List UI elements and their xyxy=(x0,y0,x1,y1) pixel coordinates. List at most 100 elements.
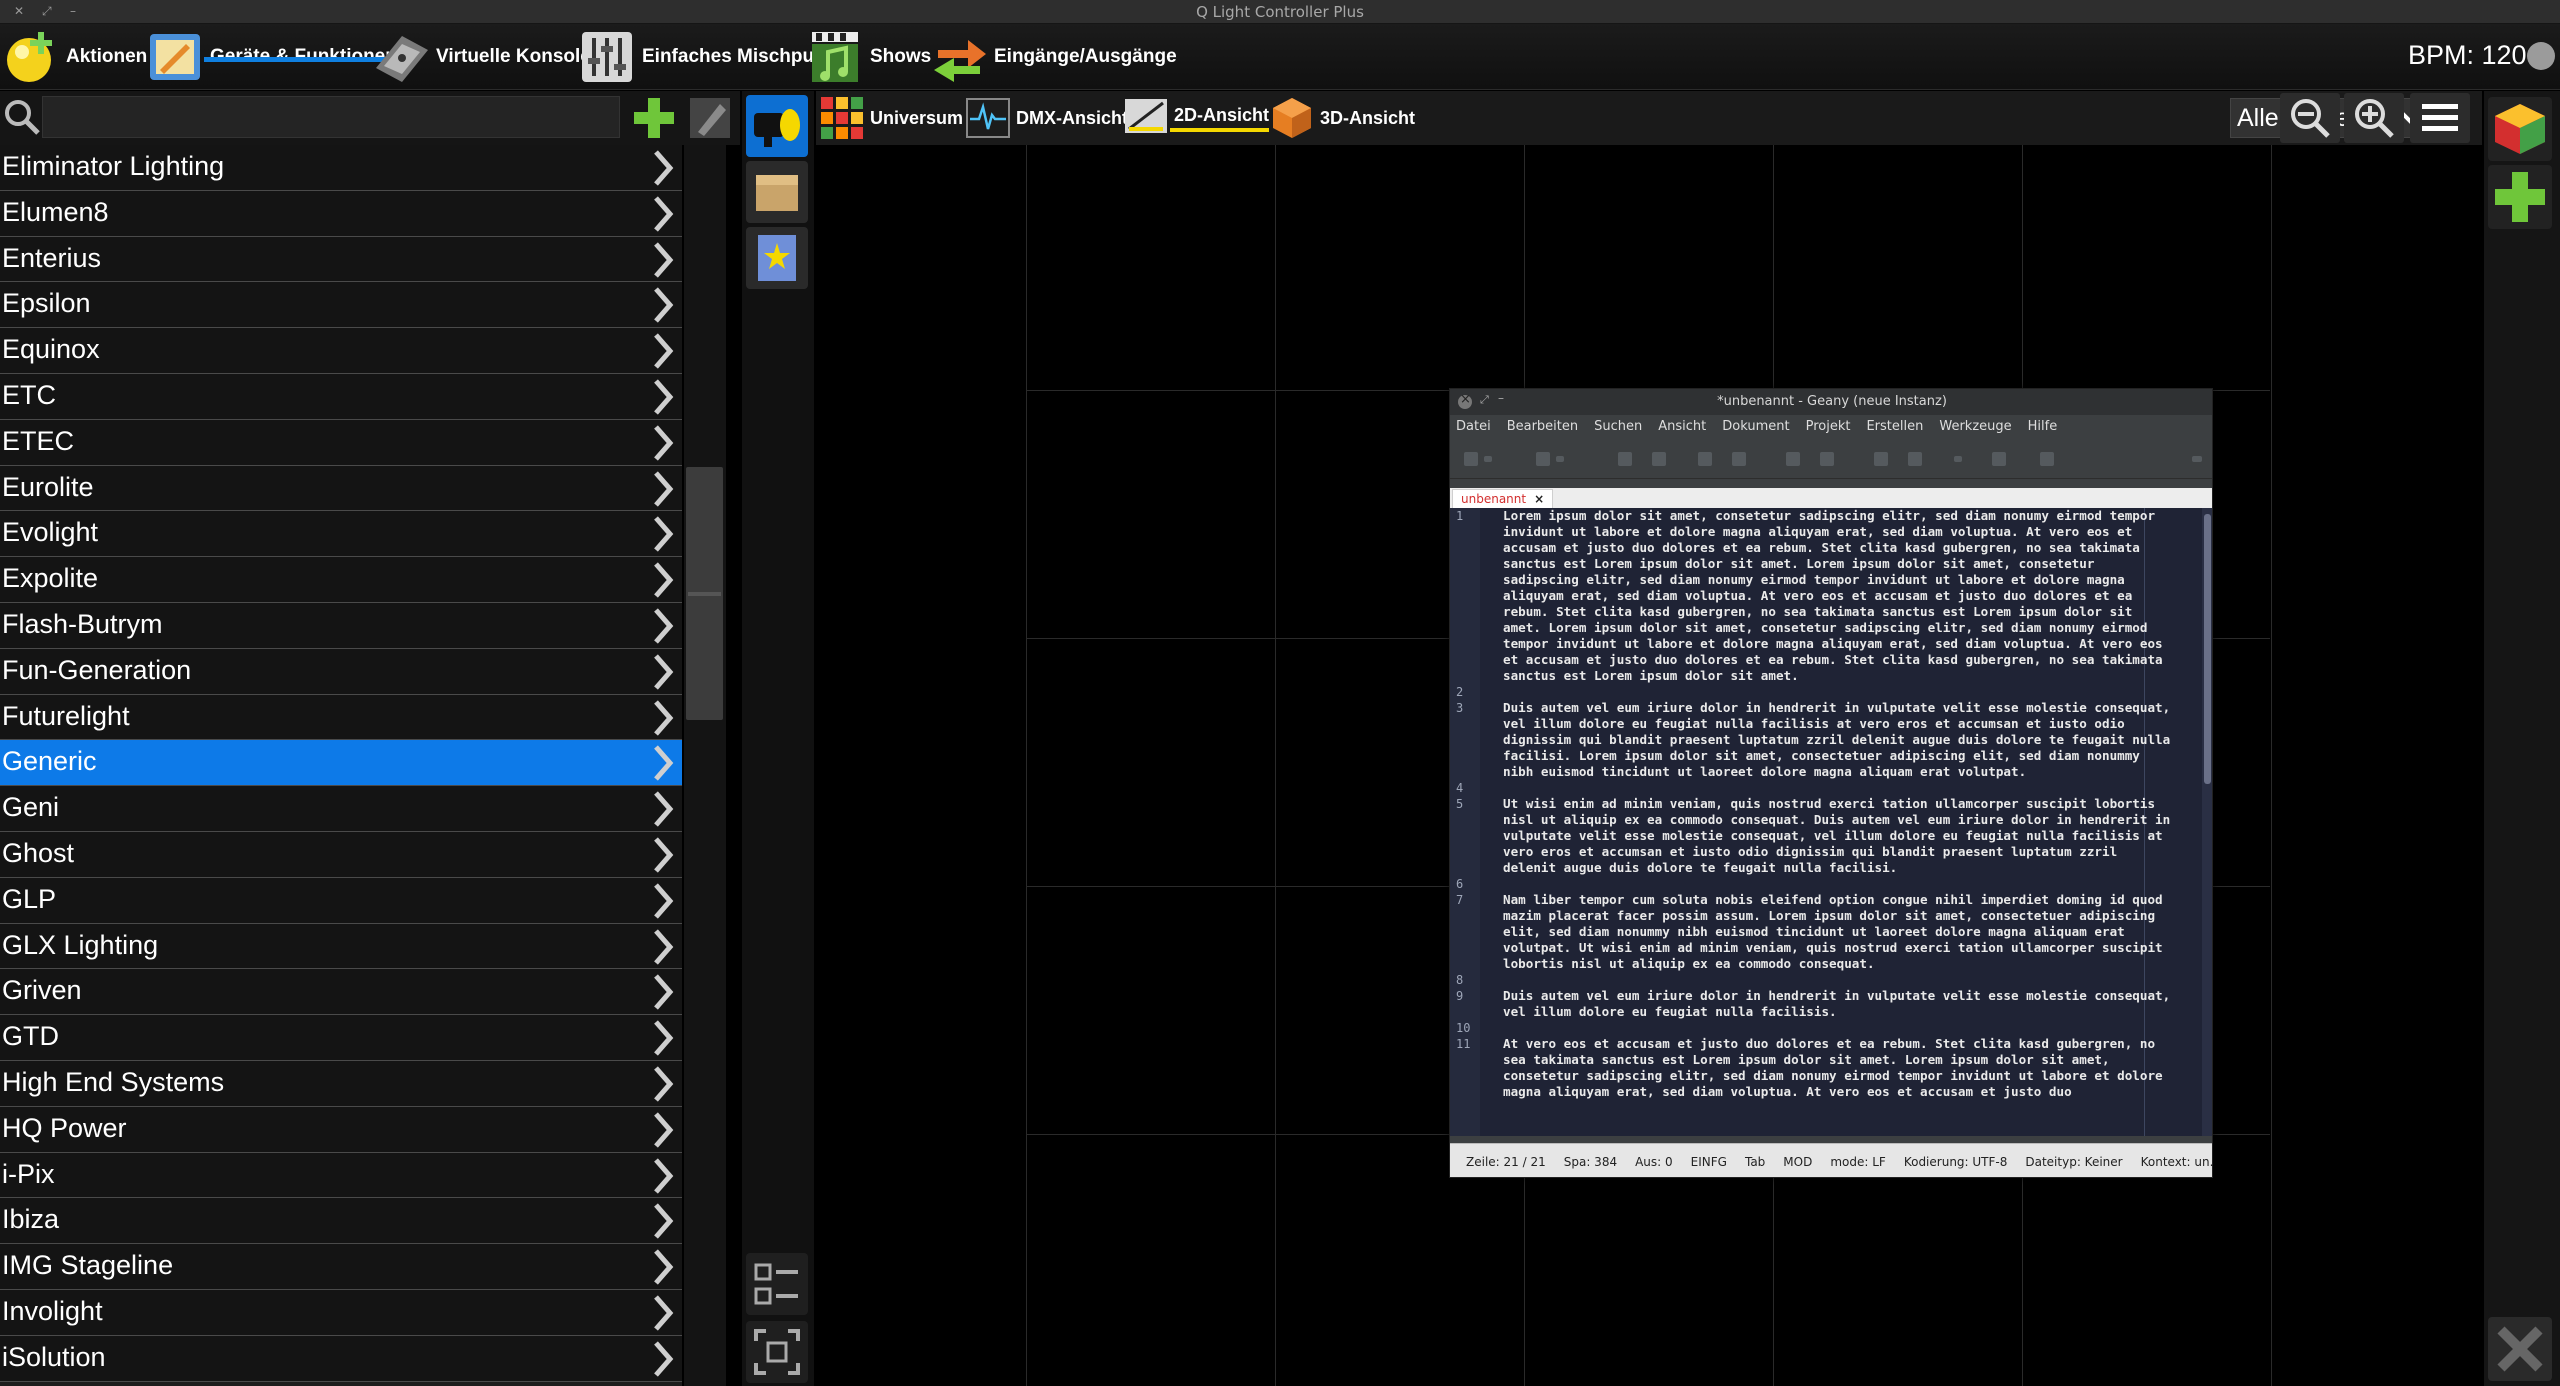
geany-menu-item[interactable]: Bearbeiten xyxy=(1507,415,1578,439)
list-item[interactable]: Enterius xyxy=(0,236,682,283)
chevron-right-icon[interactable] xyxy=(652,1202,674,1240)
list-item[interactable]: Flash-Butrym xyxy=(0,602,682,649)
view-menu-button[interactable] xyxy=(2410,93,2470,143)
frame-select-icon xyxy=(754,1329,800,1375)
list-item[interactable]: GTD xyxy=(0,1015,682,1061)
tab-einfaches-mischpult[interactable]: Einfaches Mischpult xyxy=(578,24,826,90)
list-item[interactable]: High End Systems xyxy=(0,1060,682,1107)
geany-menu-item[interactable]: Datei xyxy=(1456,415,1491,439)
list-item[interactable]: Ghost xyxy=(0,831,682,878)
chevron-right-icon[interactable] xyxy=(652,607,674,645)
bpm-display[interactable]: BPM: 120 xyxy=(2408,40,2527,71)
geany-menu-item[interactable]: Werkzeuge xyxy=(1939,415,2011,439)
tab-dmx-ansicht[interactable]: DMX-Ansicht xyxy=(964,91,1128,145)
list-item[interactable]: Evolight xyxy=(0,511,682,558)
chevron-right-icon[interactable] xyxy=(652,470,674,508)
geany-menu-item[interactable]: Erstellen xyxy=(1866,415,1923,439)
chevron-right-icon[interactable] xyxy=(652,1157,674,1195)
zoom-in-button[interactable] xyxy=(2344,93,2404,143)
editor-line: 10 xyxy=(1450,1020,2200,1036)
tab-2d-ansicht[interactable]: 2D-Ansicht xyxy=(1122,91,1270,145)
groups-view-button[interactable] xyxy=(746,161,808,223)
chevron-right-icon[interactable] xyxy=(652,836,674,874)
chevron-right-icon[interactable] xyxy=(652,882,674,920)
geany-menu-item[interactable]: Ansicht xyxy=(1658,415,1706,439)
geany-menu-item[interactable]: Suchen xyxy=(1594,415,1642,439)
list-item[interactable]: Geni xyxy=(0,786,682,832)
list-item[interactable]: Generic xyxy=(0,740,682,787)
chevron-right-icon[interactable] xyxy=(652,378,674,416)
tab-eingaenge-ausgaenge[interactable]: Eingänge/Ausgänge xyxy=(930,24,1177,90)
geany-menu-item[interactable]: Dokument xyxy=(1722,415,1789,439)
chevron-right-icon[interactable] xyxy=(652,332,674,370)
chevron-right-icon[interactable] xyxy=(652,1065,674,1103)
list-item[interactable]: iSolution xyxy=(0,1335,682,1382)
remove-button[interactable] xyxy=(2488,1317,2552,1381)
list-item[interactable]: Griven xyxy=(0,969,682,1016)
geany-menu-item[interactable]: Projekt xyxy=(1806,415,1851,439)
chevron-right-icon[interactable] xyxy=(652,515,674,553)
list-item[interactable]: Futurelight xyxy=(0,694,682,741)
edit-fixture-button[interactable] xyxy=(686,95,734,141)
list-item[interactable]: Expolite xyxy=(0,557,682,603)
chevron-right-icon[interactable] xyxy=(652,195,674,233)
fit-view-button[interactable] xyxy=(746,1321,808,1383)
chevron-right-icon[interactable] xyxy=(652,424,674,462)
chevron-right-icon[interactable] xyxy=(652,149,674,187)
list-item[interactable]: Elumen8 xyxy=(0,190,682,237)
editor-scroll-thumb[interactable] xyxy=(2204,514,2211,784)
list-scrollbar[interactable] xyxy=(684,145,726,1386)
favorites-view-button[interactable] xyxy=(746,227,808,289)
geany-text-editor[interactable]: 1 Lorem ipsum dolor sit amet, consetetur … xyxy=(1450,508,2212,1136)
chevron-right-icon[interactable] xyxy=(652,653,674,691)
tab-shows[interactable]: Shows xyxy=(806,24,931,90)
chevron-right-icon[interactable] xyxy=(652,928,674,966)
list-item[interactable]: Epsilon xyxy=(0,282,682,329)
chevron-right-icon[interactable] xyxy=(652,561,674,599)
chevron-right-icon[interactable] xyxy=(652,699,674,737)
chevron-right-icon[interactable] xyxy=(652,1340,674,1378)
close-x-icon xyxy=(2497,1326,2543,1372)
list-item[interactable]: Eurolite xyxy=(0,465,682,512)
list-item[interactable]: HQ Power xyxy=(0,1106,682,1153)
chevron-right-icon[interactable] xyxy=(652,241,674,279)
add-universe-fixture-button[interactable] xyxy=(2488,97,2552,161)
list-item[interactable]: Involight xyxy=(0,1289,682,1336)
tab-virtuelle-konsole[interactable]: Virtuelle Konsole xyxy=(372,24,591,90)
list-item[interactable]: ETC xyxy=(0,373,682,420)
chevron-right-icon[interactable] xyxy=(652,1019,674,1057)
list-item[interactable]: ETEC xyxy=(0,419,682,466)
search-input[interactable] xyxy=(42,96,620,138)
add-fixture-button[interactable] xyxy=(630,95,678,141)
fixtures-view-button[interactable] xyxy=(746,95,808,157)
list-item[interactable]: IMG Stageline xyxy=(0,1244,682,1290)
add-button[interactable] xyxy=(2488,165,2552,229)
list-item[interactable]: Fun-Generation xyxy=(0,648,682,695)
zoom-out-button[interactable] xyxy=(2280,93,2340,143)
geany-document-tab[interactable]: unbenannt × xyxy=(1452,489,1554,508)
list-item[interactable]: Equinox xyxy=(0,328,682,374)
list-item[interactable]: Eliminator Lighting xyxy=(0,145,682,191)
tab-aktionen[interactable]: Aktionen xyxy=(2,24,147,90)
list-item[interactable]: Ibiza xyxy=(0,1198,682,1245)
tab-close-icon[interactable]: × xyxy=(1534,492,1544,506)
tab-universum[interactable]: Universum xyxy=(818,91,963,145)
list-item[interactable]: GLP xyxy=(0,877,682,924)
chevron-right-icon[interactable] xyxy=(652,1111,674,1149)
chevron-right-icon[interactable] xyxy=(652,790,674,828)
chevron-right-icon[interactable] xyxy=(652,1248,674,1286)
tab-3d-ansicht[interactable]: 3D-Ansicht xyxy=(1268,91,1415,145)
geany-menu-item[interactable]: Hilfe xyxy=(2028,415,2058,439)
status-item: Zeile: 21 / 21 xyxy=(1466,1154,1546,1169)
list-item[interactable]: i-Pix xyxy=(0,1152,682,1199)
chevron-right-icon[interactable] xyxy=(652,1294,674,1332)
properties-button[interactable] xyxy=(746,1253,808,1315)
line-number: 10 xyxy=(1456,1021,1471,1035)
bulb-icon xyxy=(2,28,60,86)
chevron-right-icon[interactable] xyxy=(652,744,674,782)
chevron-right-icon[interactable] xyxy=(652,973,674,1011)
chevron-right-icon[interactable] xyxy=(652,286,674,324)
tab-geraete-funktionen[interactable]: Geräte & Funktionen xyxy=(146,24,397,90)
list-item[interactable]: GLX Lighting xyxy=(0,923,682,970)
grid-line xyxy=(2271,145,2272,1386)
